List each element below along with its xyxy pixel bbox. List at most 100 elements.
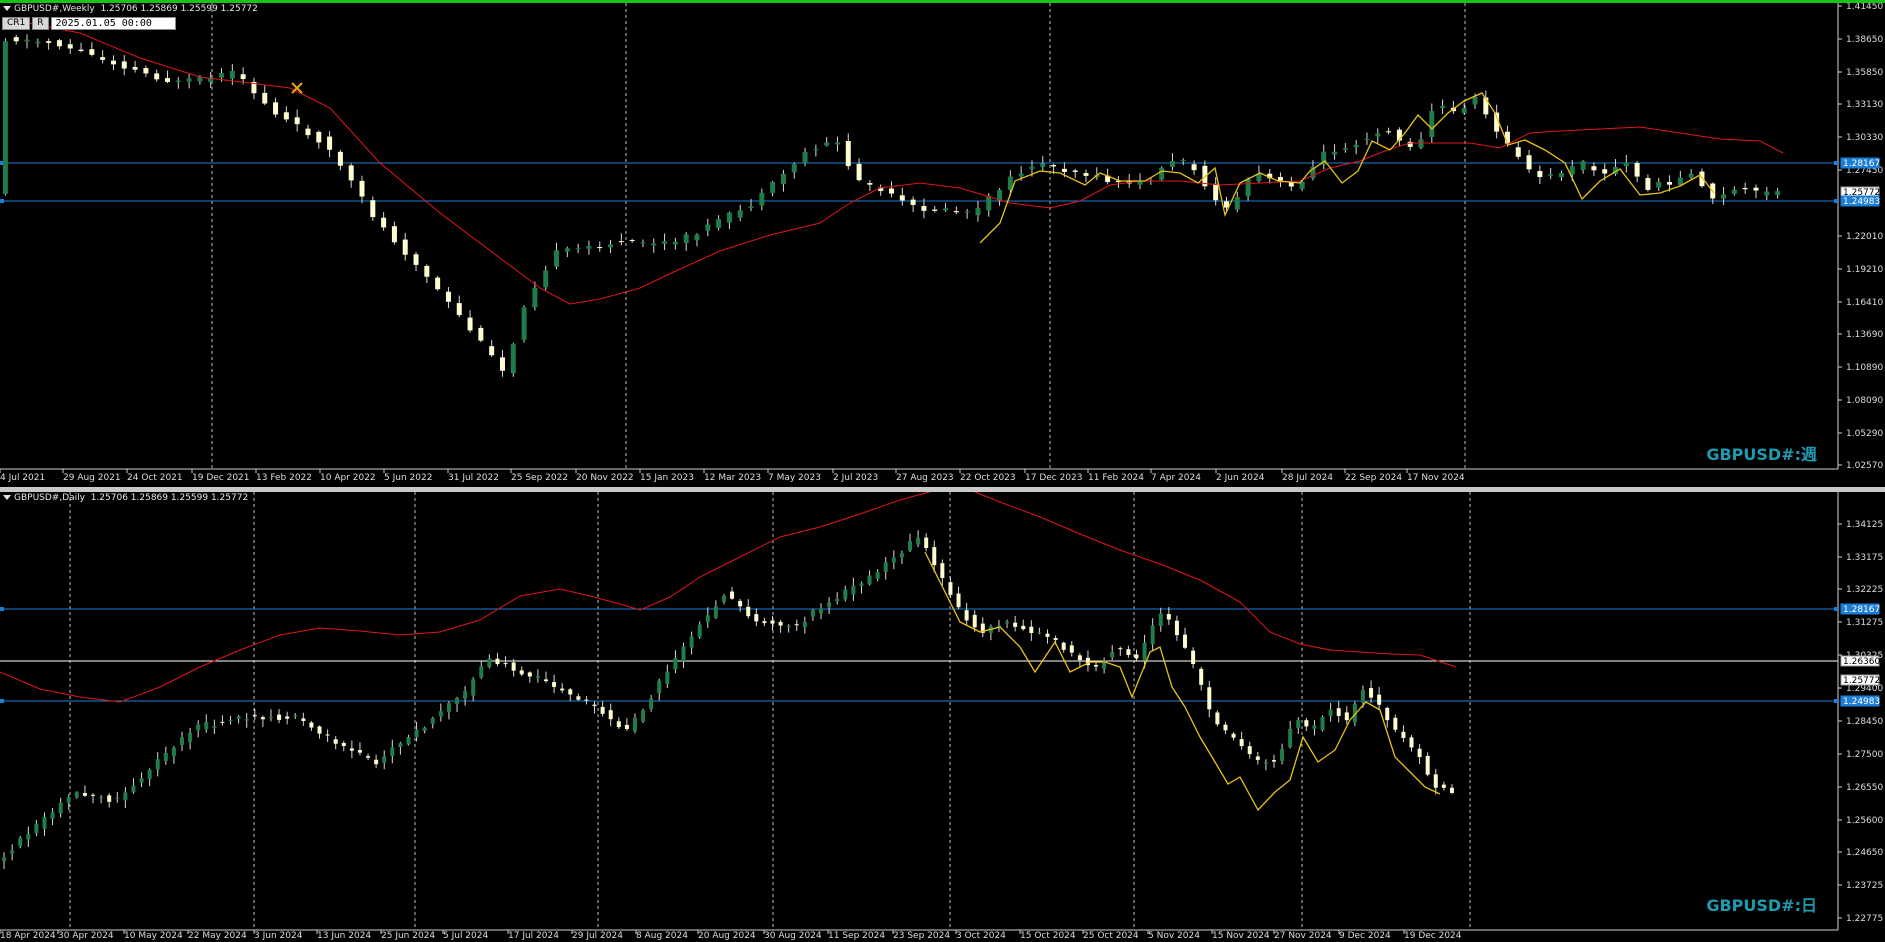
level-anchor-handle[interactable] [0, 199, 4, 203]
time-axis-label: 5 Jun 2022 [384, 473, 432, 483]
candle-body [74, 792, 79, 798]
candle-body [424, 265, 430, 277]
candle-body [456, 303, 462, 316]
candle-body [762, 621, 767, 624]
daily-ohlc-values: 1.25706 1.25869 1.25599 1.25772 [90, 493, 249, 503]
price-axis-label: 1.33130 [1846, 100, 1883, 110]
candle-body [1418, 139, 1424, 148]
candle-body [948, 582, 953, 595]
candle-body [859, 583, 864, 586]
candle-body [489, 346, 495, 356]
level-anchor-handle[interactable] [0, 699, 4, 703]
time-axis-label: 29 Aug 2021 [63, 473, 121, 483]
time-axis-label: 27 Aug 2023 [896, 473, 954, 483]
candle-body [503, 663, 508, 665]
level-anchor-handle[interactable] [1834, 199, 1838, 203]
candle-body [672, 241, 678, 245]
candle-body [413, 254, 419, 265]
r-button[interactable]: R [32, 17, 49, 30]
candle-body [1077, 655, 1082, 661]
price-axis-label: 1.05290 [1846, 429, 1883, 439]
price-axis-label: 1.35850 [1846, 68, 1883, 78]
candle-body [552, 682, 557, 687]
candle-body [770, 620, 775, 624]
time-axis-label: 19 Dec 2024 [1404, 931, 1462, 941]
candle-body [50, 812, 55, 819]
candle-body [1667, 181, 1673, 185]
candle-body [1061, 642, 1066, 650]
collapse-triangle-icon[interactable] [3, 495, 11, 500]
candle-body [1731, 189, 1737, 194]
candle-body [560, 688, 565, 691]
candle-body [348, 165, 354, 181]
collapse-triangle-icon[interactable] [3, 6, 11, 11]
candle-body [1215, 712, 1220, 725]
candle-body [34, 823, 39, 834]
time-axis-label: 17 Dec 2023 [1025, 473, 1083, 483]
candle-body [584, 699, 589, 701]
candle-body [341, 742, 346, 747]
candle-body [616, 721, 621, 728]
candle-body [748, 206, 754, 208]
level-anchor-handle[interactable] [1834, 607, 1838, 611]
candle-body [89, 49, 95, 55]
candle-body [856, 163, 862, 181]
candle-body [697, 624, 702, 638]
candle-body [597, 247, 603, 249]
candle-body [2, 857, 7, 862]
candle-body [471, 679, 476, 696]
candle-body [1569, 166, 1575, 175]
price-axis-label: 1.23725 [1846, 881, 1883, 891]
candle-body [867, 183, 873, 185]
candle-body [478, 327, 484, 341]
candle-body [972, 614, 977, 628]
time-axis-label: 2 Jun 2024 [1216, 473, 1265, 483]
weekly-chart-window[interactable]: 1.41450 1.38650 1.35850 1.33130 1.30330 1.274… [0, 0, 1885, 487]
daily-chart-canvas[interactable]: 1.341251.331751.322251.312751.303251.294… [0, 492, 1885, 942]
candle-body [139, 778, 144, 783]
candle-body [726, 212, 732, 223]
candle-body [1040, 163, 1046, 167]
time-axis-label: 30 Apr 2024 [58, 931, 114, 941]
candle-body [1409, 737, 1414, 748]
time-axis-label: 31 Jul 2022 [448, 473, 499, 483]
candle-body [1174, 620, 1179, 636]
candle-body [260, 717, 265, 720]
price-axis-label: 1.28450 [1846, 717, 1883, 727]
candle-body [1386, 131, 1392, 133]
candle-body [1094, 664, 1099, 667]
weekly-chart-canvas[interactable]: 1.414501.386501.358501.331301.303301.274… [0, 3, 1885, 487]
candle-body [975, 208, 981, 216]
candle-body [867, 575, 872, 585]
time-axis-label: 3 Oct 2024 [956, 931, 1006, 941]
candle-body [521, 307, 527, 340]
price-axis-label: 1.31275 [1846, 618, 1883, 628]
date-input[interactable]: 2025.01.05 00:00 [50, 17, 176, 30]
time-axis-label: 9 Dec 2024 [1339, 931, 1391, 941]
time-axis-label: 10 Apr 2022 [320, 473, 376, 483]
candle-body [802, 152, 808, 164]
candle-body [1441, 784, 1446, 788]
candle-body [1247, 746, 1252, 755]
candle-body [305, 128, 311, 136]
candle-body [370, 200, 376, 218]
candle-body [532, 287, 538, 308]
candle-body [357, 750, 362, 753]
candle-body [147, 769, 152, 780]
candle-body [1634, 163, 1640, 177]
candle-body [738, 600, 743, 607]
level-anchor-handle[interactable] [0, 607, 4, 611]
candle-body [746, 606, 751, 617]
time-axis-label: 27 Nov 2024 [1274, 931, 1332, 941]
candle-body [42, 816, 47, 829]
level-anchor-handle[interactable] [1834, 699, 1838, 703]
daily-chart-window[interactable]: 1.341251.331751.322251.312751.303251.294… [0, 492, 1885, 942]
candle-body [1029, 166, 1035, 170]
candle-body [640, 242, 646, 244]
moving-average-line [1, 17, 1784, 305]
cr1-button[interactable]: CR1 [2, 17, 31, 30]
level-anchor-handle[interactable] [1834, 161, 1838, 165]
candle-body [1449, 787, 1454, 793]
candle-body [1656, 181, 1662, 188]
candle-body [327, 136, 333, 150]
